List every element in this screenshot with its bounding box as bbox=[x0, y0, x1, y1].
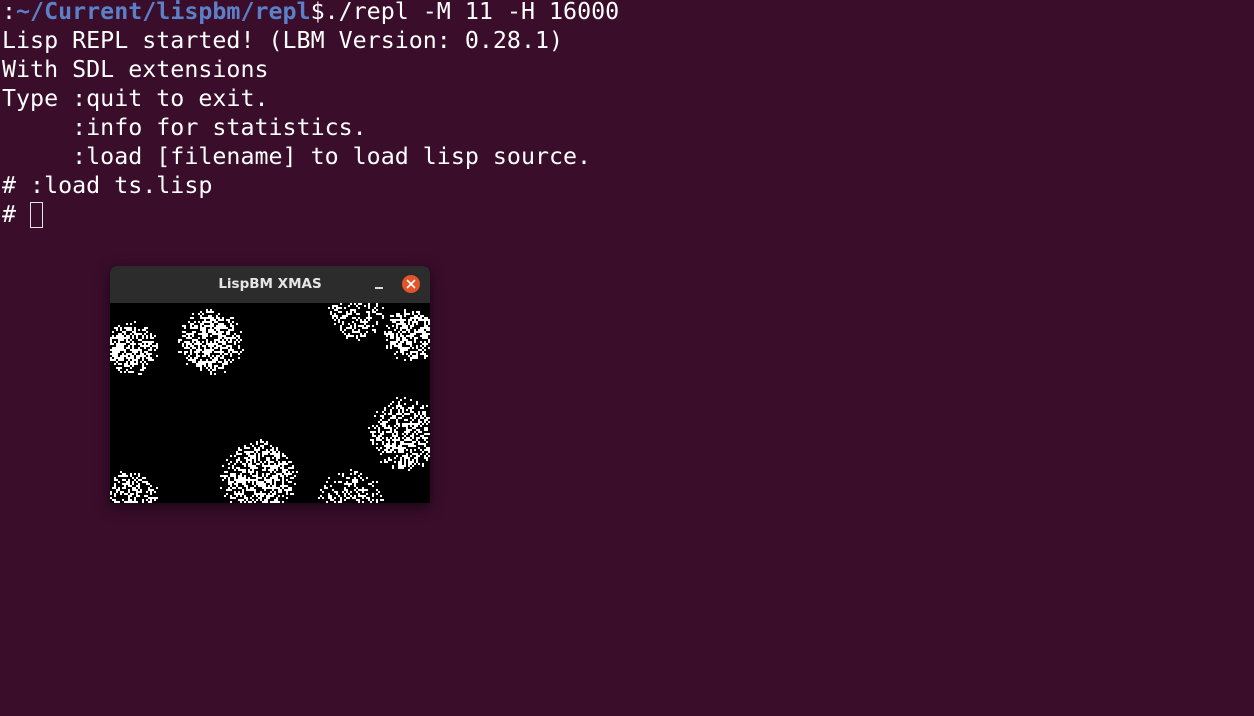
close-button[interactable] bbox=[402, 275, 420, 293]
output-line: :info for statistics. bbox=[2, 114, 367, 141]
output-line: With SDL extensions bbox=[2, 56, 269, 83]
minimize-icon bbox=[375, 287, 383, 289]
output-line: # :load ts.lisp bbox=[2, 172, 213, 199]
output-line: :load [filename] to load lisp source. bbox=[2, 143, 592, 170]
output-line: Type :quit to exit. bbox=[2, 85, 269, 112]
repl-prompt: # bbox=[2, 201, 31, 228]
sdl-window[interactable]: LispBM XMAS bbox=[110, 266, 430, 503]
output-line: Lisp REPL started! (LBM Version: 0.28.1) bbox=[2, 27, 564, 54]
input-line[interactable]: # bbox=[2, 200, 44, 229]
text-cursor bbox=[30, 202, 44, 228]
close-icon bbox=[406, 279, 416, 289]
render-canvas[interactable] bbox=[110, 303, 430, 503]
prompt-prefix: : bbox=[2, 0, 17, 25]
snow-pixels bbox=[110, 303, 430, 503]
command-line: :~/Current/lispbm/repl$./repl -M 11 -H 1… bbox=[2, 0, 619, 26]
prompt-command: $./repl -M 11 -H 16000 bbox=[310, 0, 620, 25]
snow-pixel-image bbox=[110, 303, 430, 503]
prompt-path: ~/Current/lispbm/repl bbox=[16, 0, 311, 25]
minimize-button[interactable] bbox=[371, 275, 389, 293]
window-titlebar[interactable]: LispBM XMAS bbox=[110, 266, 430, 303]
